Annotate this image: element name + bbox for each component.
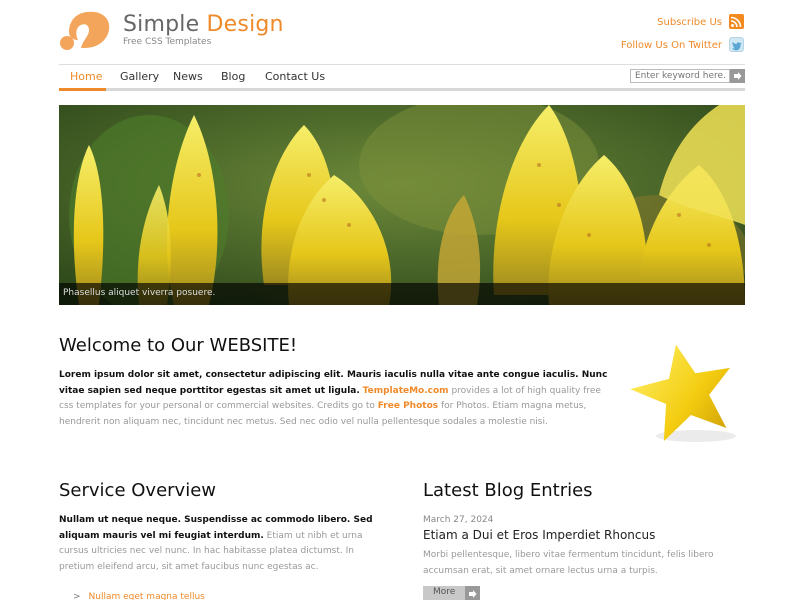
twitter-icon[interactable]	[729, 37, 744, 52]
service-list-item[interactable]: > Nullam eget magna tellus	[73, 592, 205, 600]
search-input[interactable]	[630, 69, 730, 83]
subscribe-link[interactable]: Subscribe Us	[657, 17, 722, 28]
site-subtitle: Free CSS Templates	[123, 37, 212, 47]
blog-entry-date: March 27, 2024	[423, 515, 494, 525]
blog-entry-excerpt: Morbi pellentesque, libero vitae ferment…	[423, 550, 714, 576]
arrow-right-icon	[465, 586, 480, 600]
nav-active-indicator	[59, 88, 106, 91]
chevron-right-icon: >	[73, 592, 81, 600]
more-button-label: More	[433, 587, 456, 597]
blog-entry-title[interactable]: Etiam a Dui et Eros Imperdiet Rhoncus	[423, 528, 655, 542]
more-button[interactable]: More	[423, 586, 480, 600]
service-text: Nullam ut neque neque. Suspendisse ac co…	[59, 513, 384, 575]
site-title[interactable]: Simple Design	[123, 12, 284, 37]
nav-item-gallery[interactable]: Gallery	[120, 70, 159, 83]
nav-item-blog[interactable]: Blog	[221, 70, 245, 83]
rss-icon[interactable]	[729, 14, 744, 29]
service-heading: Service Overview	[59, 480, 216, 501]
templatemo-link[interactable]: TemplateMo.com	[363, 386, 449, 396]
nav-item-contact[interactable]: Contact Us	[265, 70, 325, 83]
hero-banner: Phasellus aliquet viverra posuere.	[59, 105, 745, 305]
free-photos-link[interactable]: Free Photos	[378, 401, 438, 411]
arrow-right-icon	[734, 72, 742, 80]
welcome-text: Lorem ipsum dolor sit amet, consectetur …	[59, 368, 615, 430]
logo-icon	[60, 11, 110, 50]
banner-caption: Phasellus aliquet viverra posuere.	[63, 288, 216, 298]
blog-heading: Latest Blog Entries	[423, 480, 593, 501]
search-button[interactable]	[730, 69, 745, 83]
twitter-link[interactable]: Follow Us On Twitter	[621, 40, 722, 51]
banner-caption-bar: Phasellus aliquet viverra posuere.	[59, 283, 745, 305]
star-icon	[630, 344, 736, 442]
service-list-label: Nullam eget magna tellus	[88, 592, 205, 600]
nav-item-home[interactable]: Home	[70, 70, 102, 83]
welcome-heading: Welcome to Our WEBSITE!	[59, 335, 298, 356]
banner-image	[59, 105, 745, 305]
site-title-main: Simple	[123, 12, 200, 37]
nav-item-news[interactable]: News	[173, 70, 203, 83]
main-nav: Home Gallery News Blog Contact Us	[59, 64, 745, 91]
site-title-accent: Design	[206, 12, 284, 37]
